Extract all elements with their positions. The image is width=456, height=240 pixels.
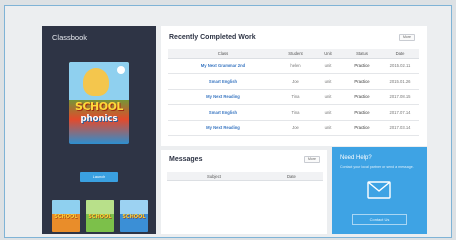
table-row[interactable]: My Next Grammar 2nd helen unit Practice … bbox=[168, 58, 419, 74]
column-header-unit: Unit bbox=[313, 49, 343, 59]
cell-date: 2015.02.11 bbox=[381, 58, 419, 74]
cell-status: Practice bbox=[343, 120, 381, 136]
cell-unit: unit bbox=[313, 58, 343, 74]
messages-title: Messages bbox=[169, 156, 203, 163]
mail-icon bbox=[367, 181, 391, 199]
recent-work-table: Class Student Unit Status Date My Next G… bbox=[168, 49, 419, 136]
cell-date: 2015.01.26 bbox=[381, 73, 419, 90]
book-thumbnail[interactable]: SCHOOL bbox=[120, 200, 148, 232]
cover-title: SCHOOL bbox=[75, 100, 123, 113]
thumbnail-label: SCHOOL bbox=[122, 214, 146, 220]
column-header-class: Class bbox=[168, 49, 278, 59]
table-row[interactable]: Smart English Tina unit Practice 2017.07… bbox=[168, 104, 419, 121]
cell-unit: unit bbox=[313, 89, 343, 105]
cover-subtitle: phonics bbox=[80, 114, 118, 124]
cell-student: Joe bbox=[278, 120, 313, 136]
book-thumbnail[interactable]: SCHOOL bbox=[86, 200, 114, 232]
cell-student: Joe bbox=[278, 73, 313, 90]
help-description: Contact your local partner or send a mes… bbox=[340, 165, 414, 169]
cell-student: Tina bbox=[278, 89, 313, 105]
table-row[interactable]: Smart English Joe unit Practice 2015.01.… bbox=[168, 73, 419, 90]
messages-panel: Messages More Subject Date bbox=[161, 150, 327, 234]
cell-unit: unit bbox=[313, 120, 343, 136]
cell-status: Practice bbox=[343, 73, 381, 90]
table-row[interactable]: My Next Reading Joe unit Practice 2017.0… bbox=[168, 120, 419, 136]
recent-work-panel: Recently Completed Work More Class Stude… bbox=[161, 26, 427, 146]
column-header-status: Status bbox=[343, 49, 381, 59]
messages-table-header: Subject Date bbox=[167, 172, 323, 181]
help-title: Need Help? bbox=[340, 155, 372, 161]
cell-status: Practice bbox=[343, 104, 381, 121]
classbook-title: Classbook bbox=[52, 33, 88, 42]
cell-status: Practice bbox=[343, 89, 381, 105]
cell-status: Practice bbox=[343, 58, 381, 74]
book-thumbnail[interactable]: SCHOOL bbox=[52, 200, 80, 232]
launch-button[interactable]: Launch bbox=[80, 172, 118, 182]
classbook-panel: Classbook SCHOOL phonics Launch SCHOOL S… bbox=[42, 26, 156, 234]
help-panel: Need Help? Contact your local partner or… bbox=[332, 147, 427, 234]
column-header-date: Date bbox=[381, 49, 419, 59]
cell-class[interactable]: My Next Reading bbox=[168, 120, 278, 136]
messages-more-button[interactable]: More bbox=[304, 156, 320, 163]
cell-date: 2017.08.15 bbox=[381, 89, 419, 105]
cell-student: Tina bbox=[278, 104, 313, 121]
thumbnail-label: SCHOOL bbox=[88, 214, 112, 220]
column-header-student: Student bbox=[278, 49, 313, 59]
cell-date: 2017.03.14 bbox=[381, 120, 419, 136]
cell-unit: unit bbox=[313, 73, 343, 90]
cell-unit: unit bbox=[313, 104, 343, 121]
cell-date: 2017.07.14 bbox=[381, 104, 419, 121]
cell-class[interactable]: My Next Grammar 2nd bbox=[168, 58, 278, 74]
cell-class[interactable]: Smart English bbox=[168, 104, 278, 121]
table-row[interactable]: My Next Reading Tina unit Practice 2017.… bbox=[168, 89, 419, 105]
recent-work-more-button[interactable]: More bbox=[399, 34, 415, 41]
thumbnail-label: SCHOOL bbox=[54, 214, 78, 220]
book-cover-main[interactable]: SCHOOL phonics bbox=[69, 62, 129, 144]
cell-class[interactable]: My Next Reading bbox=[168, 89, 278, 105]
book-thumbnails: SCHOOL SCHOOL SCHOOL bbox=[52, 200, 148, 232]
recent-work-title: Recently Completed Work bbox=[169, 34, 256, 41]
column-header-subject: Subject bbox=[207, 174, 221, 179]
cell-class[interactable]: Smart English bbox=[168, 73, 278, 90]
cover-badge-icon bbox=[117, 66, 125, 74]
cell-student: helen bbox=[278, 58, 313, 74]
cover-character bbox=[83, 68, 109, 96]
column-header-date: Date bbox=[287, 174, 296, 179]
contact-us-button[interactable]: Contact Us bbox=[352, 214, 407, 225]
